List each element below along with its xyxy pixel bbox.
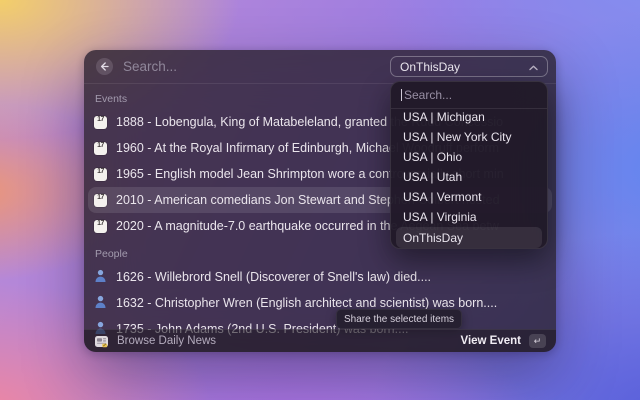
calendar-icon: 17 [94, 168, 107, 181]
person-text: 1632 - Christopher Wren (English archite… [116, 296, 497, 310]
return-key-icon: ↵ [529, 334, 546, 348]
dropdown-item-new-york-city[interactable]: USA | New York City [396, 127, 542, 147]
person-text: 1626 - Willebrord Snell (Discoverer of S… [116, 270, 431, 284]
person-row[interactable]: 1626 - Willebrord Snell (Discoverer of S… [88, 264, 552, 290]
launcher-window: Search... OnThisDay Events 17 1888 - Lob… [84, 50, 556, 352]
command-dropdown[interactable]: OnThisDay [390, 56, 548, 77]
dropdown-item-virginia[interactable]: USA | Virginia [396, 207, 542, 227]
calendar-icon: 17 [94, 116, 107, 129]
person-icon [94, 269, 107, 286]
dropdown-item-utah[interactable]: USA | Utah [396, 167, 542, 187]
dropdown-item-michigan[interactable]: USA | Michigan [396, 109, 542, 127]
dropdown-item-vermont[interactable]: USA | Vermont [396, 187, 542, 207]
search-input[interactable]: Search... [123, 59, 390, 74]
calendar-icon: 17 [94, 194, 107, 207]
dropdown-items: USA | Michigan USA | New York City USA |… [391, 109, 547, 249]
share-tooltip: Share the selected items [336, 309, 462, 329]
topbar: Search... OnThisDay [84, 50, 556, 84]
person-icon [94, 295, 107, 312]
dropdown-panel: Search... USA | Michigan USA | New York … [390, 81, 548, 249]
calendar-icon: 17 [94, 142, 107, 155]
dropdown-item-ohio[interactable]: USA | Ohio [396, 147, 542, 167]
back-arrow-icon [100, 58, 109, 76]
person-row[interactable]: 1632 - Christopher Wren (English archite… [88, 290, 552, 316]
view-event-action[interactable]: View Event [460, 335, 521, 347]
status-bar: Browse Daily News View Event ↵ [84, 329, 556, 352]
text-caret [401, 89, 402, 101]
dropdown-search-placeholder: Search... [404, 88, 452, 102]
chevron-up-icon [529, 60, 538, 74]
dropdown-item-onthisday[interactable]: OnThisDay [396, 227, 542, 248]
newspaper-icon [94, 334, 109, 349]
back-button[interactable] [96, 58, 113, 75]
desktop-background: Search... OnThisDay Events 17 1888 - Lob… [0, 0, 640, 400]
status-app-label: Browse Daily News [117, 335, 216, 347]
dropdown-search-input[interactable]: Search... [391, 82, 547, 109]
command-dropdown-value: OnThisDay [400, 60, 460, 74]
calendar-icon: 17 [94, 220, 107, 233]
